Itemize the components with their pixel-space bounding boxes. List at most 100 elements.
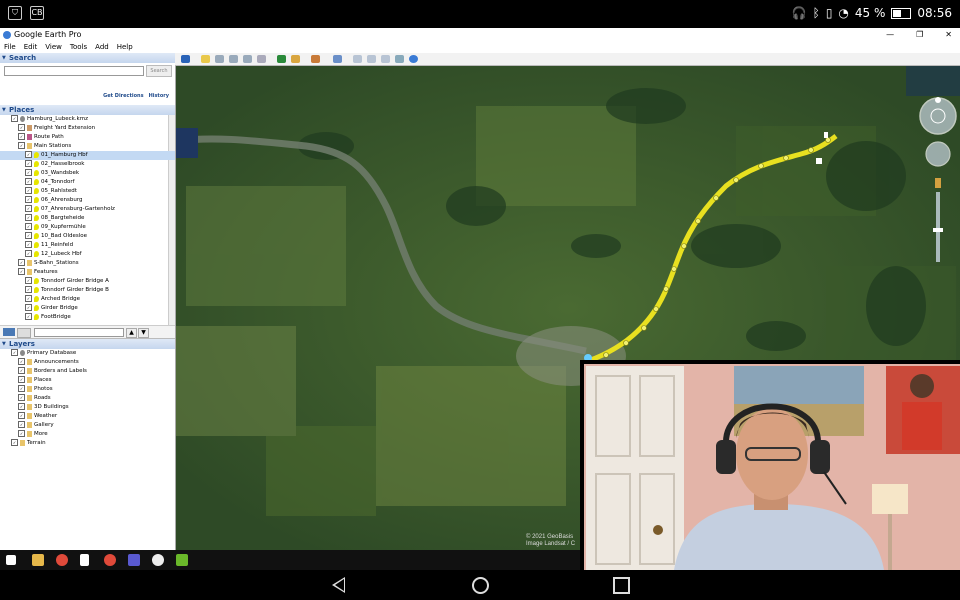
checkbox[interactable]: ✓ [25, 286, 32, 293]
places-item[interactable]: ✓ 11_Reinfeld [0, 241, 175, 250]
search-places-button[interactable] [3, 328, 15, 336]
search-panel-header[interactable]: Search [0, 53, 175, 63]
places-item[interactable]: ✓ Features [0, 268, 175, 277]
layers-item[interactable]: ✓ Places [0, 376, 175, 385]
checkbox[interactable]: ✓ [25, 241, 32, 248]
layers-item[interactable]: ✓ Primary Database [0, 349, 175, 358]
toggle-panel-button[interactable] [17, 328, 31, 338]
print-button[interactable] [367, 55, 376, 63]
places-panel-header[interactable]: Places [0, 105, 175, 115]
layers-item[interactable]: ✓ Terrain [0, 439, 175, 448]
checkbox[interactable]: ✓ [18, 124, 25, 131]
places-item[interactable]: ✓ 02_Hasselbrook [0, 160, 175, 169]
layers-item[interactable]: ✓ More [0, 430, 175, 439]
places-item[interactable]: ✓ 09_Kupfermühle [0, 223, 175, 232]
north-up-button[interactable] [935, 97, 941, 103]
checkbox[interactable]: ✓ [25, 295, 32, 302]
checkbox[interactable]: ✓ [11, 349, 18, 356]
search-button[interactable]: Search [146, 65, 172, 77]
nvidia-icon[interactable] [176, 554, 188, 566]
places-item[interactable]: ✓ 06_Ahrensburg [0, 196, 175, 205]
checkbox[interactable]: ✓ [18, 367, 25, 374]
checkbox[interactable]: ✓ [25, 196, 32, 203]
street-view-pegman-icon[interactable] [935, 178, 941, 188]
places-item[interactable]: ✓ 04_Tonndorf [0, 178, 175, 187]
recent-apps-button[interactable] [613, 577, 630, 594]
menu-help[interactable]: Help [117, 42, 133, 53]
save-image-button[interactable] [381, 55, 390, 63]
layers-panel-header[interactable]: Layers [0, 339, 175, 349]
menu-tools[interactable]: Tools [70, 42, 87, 53]
places-item[interactable]: ✓ S-Bahn_Stations [0, 259, 175, 268]
checkbox[interactable]: ✓ [18, 421, 25, 428]
places-item[interactable]: ✓ Hamburg_Lubeck.kmz [0, 115, 175, 124]
checkbox[interactable]: ✓ [18, 430, 25, 437]
move-joystick[interactable] [925, 141, 951, 167]
file-explorer-icon[interactable] [32, 554, 44, 566]
zoom-slider[interactable] [936, 192, 940, 262]
layers-item[interactable]: ✓ Announcements [0, 358, 175, 367]
move-up-button[interactable]: ▲ [126, 328, 137, 338]
menu-view[interactable]: View [45, 42, 62, 53]
checkbox[interactable]: ✓ [18, 403, 25, 410]
document-icon[interactable] [80, 554, 89, 566]
places-item[interactable]: ✓ Arched Bridge [0, 295, 175, 304]
unreal-icon[interactable] [152, 554, 164, 566]
checkbox[interactable]: ✓ [18, 385, 25, 392]
sunlight-button[interactable] [291, 55, 300, 63]
windows-start-icon[interactable] [6, 555, 16, 565]
add-placemark-button[interactable] [201, 55, 210, 63]
chrome-icon-2[interactable] [104, 554, 116, 566]
layers-item[interactable]: ✓ Weather [0, 412, 175, 421]
close-button[interactable]: ✕ [945, 28, 952, 42]
add-overlay-button[interactable] [243, 55, 252, 63]
places-item[interactable]: ✓ 07_Ahrensburg-Gartenholz [0, 205, 175, 214]
minimize-button[interactable]: — [886, 28, 894, 42]
view-in-maps-button[interactable] [395, 55, 404, 63]
checkbox[interactable]: ✓ [25, 205, 32, 212]
history-link[interactable]: History [149, 93, 169, 99]
checkbox[interactable]: ✓ [25, 169, 32, 176]
checkbox[interactable]: ✓ [11, 439, 18, 446]
back-button[interactable] [332, 577, 345, 593]
places-item[interactable]: ✓ 12_Lubeck Hbf [0, 250, 175, 259]
checkbox[interactable]: ✓ [25, 214, 32, 221]
checkbox[interactable]: ✓ [25, 151, 32, 158]
places-item[interactable]: ✓ Route Path [0, 133, 175, 142]
places-item[interactable]: ✓ Tonndorf Girder Bridge A [0, 277, 175, 286]
checkbox[interactable]: ✓ [25, 223, 32, 230]
checkbox[interactable]: ✓ [25, 313, 32, 320]
lubeck-end-marker[interactable] [824, 132, 828, 138]
earth-button[interactable] [409, 55, 418, 63]
layers-item[interactable]: ✓ Photos [0, 385, 175, 394]
layers-item[interactable]: ✓ Gallery [0, 421, 175, 430]
checkbox[interactable]: ✓ [18, 412, 25, 419]
checkbox[interactable]: ✓ [25, 178, 32, 185]
teams-icon[interactable] [128, 554, 140, 566]
menu-edit[interactable]: Edit [24, 42, 38, 53]
checkbox[interactable]: ✓ [25, 160, 32, 167]
zoom-slider-handle[interactable] [933, 228, 943, 232]
checkbox[interactable]: ✓ [11, 115, 18, 122]
checkbox[interactable]: ✓ [18, 259, 25, 266]
checkbox[interactable]: ✓ [18, 133, 25, 140]
add-polygon-button[interactable] [215, 55, 224, 63]
checkbox[interactable]: ✓ [25, 250, 32, 257]
checkbox[interactable]: ✓ [25, 232, 32, 239]
sidebar-toggle-button[interactable] [181, 55, 190, 63]
places-filter-input[interactable] [34, 328, 124, 337]
checkbox[interactable]: ✓ [25, 277, 32, 284]
look-joystick[interactable] [919, 97, 957, 135]
move-down-button[interactable]: ▼ [138, 328, 149, 338]
places-item[interactable]: ✓ 10_Bad Oldesloe [0, 232, 175, 241]
places-item[interactable]: ✓ Main Stations [0, 142, 175, 151]
menu-file[interactable]: File [4, 42, 16, 53]
checkbox[interactable]: ✓ [18, 268, 25, 275]
email-button[interactable] [353, 55, 362, 63]
chrome-icon[interactable] [56, 554, 68, 566]
maximize-button[interactable]: ❐ [916, 28, 923, 42]
menu-add[interactable]: Add [95, 42, 109, 53]
places-item[interactable]: ✓ 05_Rahlstedt [0, 187, 175, 196]
layers-item[interactable]: ✓ 3D Buildings [0, 403, 175, 412]
places-item[interactable]: ✓ Girder Bridge [0, 304, 175, 313]
